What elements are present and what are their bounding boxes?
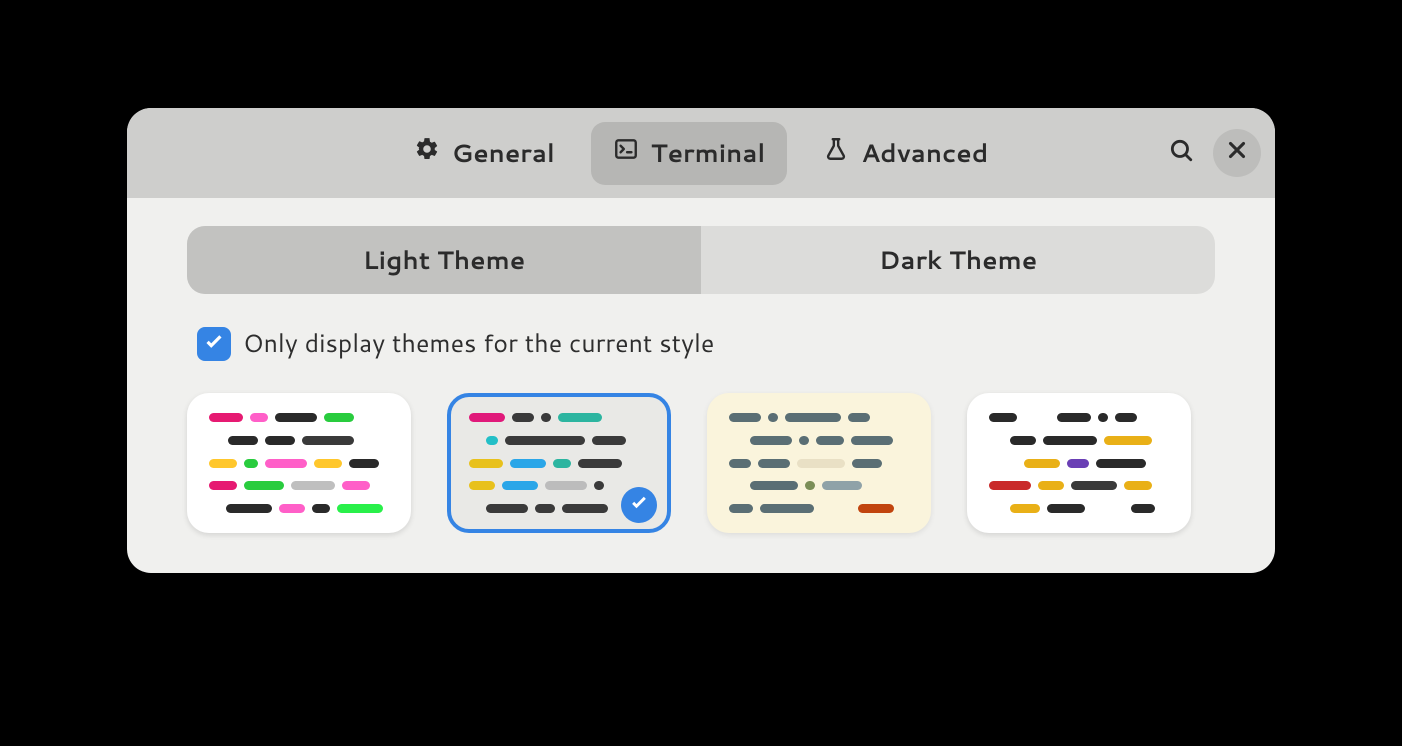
filter-row: Only display themes for the current styl… <box>197 326 1215 361</box>
tab-general[interactable]: General <box>392 122 577 185</box>
preview-line <box>469 459 649 468</box>
segment-dark-theme[interactable]: Dark Theme <box>701 226 1215 294</box>
theme-option-3[interactable] <box>707 393 931 533</box>
preview-line <box>989 436 1169 445</box>
preview-line <box>469 413 649 422</box>
preview-line <box>729 413 909 422</box>
segment-light-theme[interactable]: Light Theme <box>187 226 701 294</box>
preview-line <box>729 481 909 490</box>
selected-badge <box>621 487 657 523</box>
close-button[interactable] <box>1213 129 1261 177</box>
preview-line <box>729 504 909 513</box>
preview-line <box>209 481 389 490</box>
preview-line <box>989 413 1169 422</box>
preview-line <box>469 436 649 445</box>
tab-label: Advanced <box>861 136 988 171</box>
preview-line <box>209 413 389 422</box>
preview-line <box>209 504 389 513</box>
preview-line <box>469 481 649 490</box>
preview-line <box>989 504 1169 513</box>
search-icon <box>1168 137 1194 169</box>
gear-icon <box>414 136 440 171</box>
preferences-window: General Terminal Advanced <box>127 108 1275 573</box>
search-button[interactable] <box>1157 129 1205 177</box>
check-icon <box>629 492 649 518</box>
header-tabs: General Terminal Advanced <box>392 122 1010 185</box>
preview-line <box>729 436 909 445</box>
theme-option-2[interactable] <box>447 393 671 533</box>
headerbar: General Terminal Advanced <box>127 108 1275 198</box>
filter-label: Only display themes for the current styl… <box>243 326 714 361</box>
terminal-icon <box>613 136 639 171</box>
preview-line <box>989 459 1169 468</box>
close-icon <box>1224 137 1250 169</box>
flask-icon <box>823 136 849 171</box>
preview-line <box>729 459 909 468</box>
theme-option-1[interactable] <box>187 393 411 533</box>
headerbar-controls <box>1157 129 1261 177</box>
tab-label: Terminal <box>651 136 765 171</box>
content-area: Light Theme Dark Theme Only display them… <box>127 198 1275 573</box>
theme-mode-switcher: Light Theme Dark Theme <box>187 226 1215 294</box>
preview-line <box>989 481 1169 490</box>
tab-terminal[interactable]: Terminal <box>591 122 787 185</box>
theme-grid <box>187 393 1215 533</box>
theme-option-4[interactable] <box>967 393 1191 533</box>
check-icon <box>203 330 225 358</box>
filter-checkbox[interactable] <box>197 327 231 361</box>
preview-line <box>209 436 389 445</box>
tab-advanced[interactable]: Advanced <box>801 122 1010 185</box>
tab-label: General <box>452 136 555 171</box>
preview-line <box>209 459 389 468</box>
